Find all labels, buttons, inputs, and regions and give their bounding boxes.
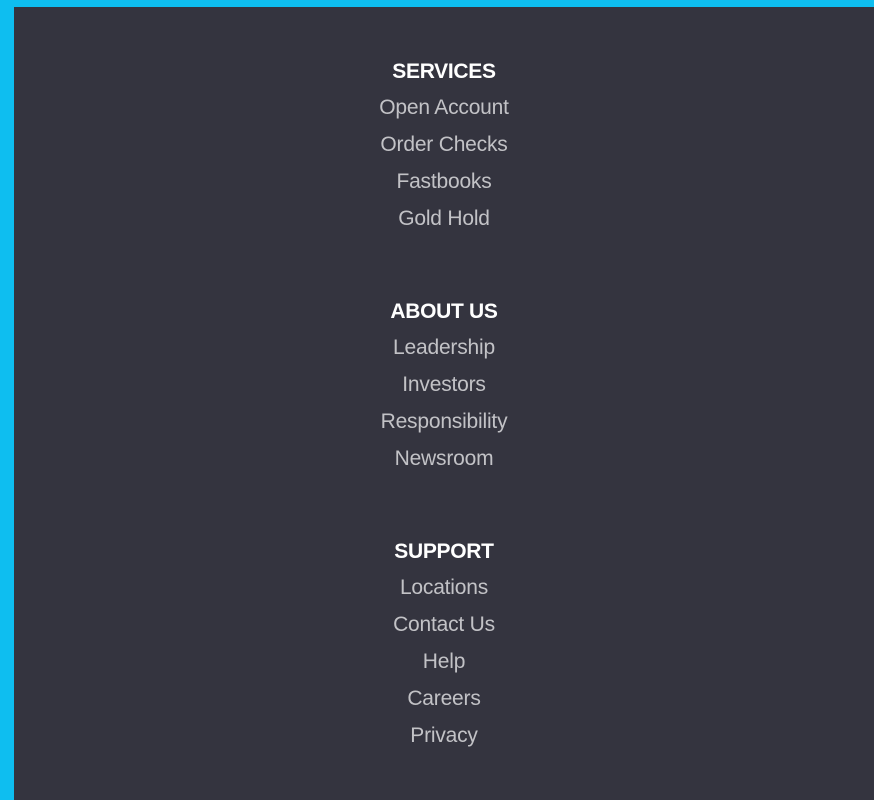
fastbooks-link[interactable]: Fastbooks <box>396 170 491 193</box>
support-link-list: Locations Contact Us Help Careers Privac… <box>14 575 874 760</box>
locations-link[interactable]: Locations <box>400 576 488 599</box>
list-item: Contact Us <box>14 612 874 649</box>
open-account-link[interactable]: Open Account <box>379 96 509 119</box>
gold-hold-link[interactable]: Gold Hold <box>398 207 490 230</box>
support-heading: SUPPORT <box>394 540 494 563</box>
page-frame: SERVICES Open Account Order Checks Fastb… <box>0 0 874 800</box>
list-item: Gold Hold <box>14 206 874 243</box>
about-us-section: ABOUT US Leadership Investors Responsibi… <box>14 299 874 483</box>
about-us-heading: ABOUT US <box>390 300 498 323</box>
about-us-link-list: Leadership Investors Responsibility News… <box>14 335 874 483</box>
services-link-list: Open Account Order Checks Fastbooks Gold… <box>14 95 874 243</box>
contact-us-link[interactable]: Contact Us <box>393 613 495 636</box>
list-item: Order Checks <box>14 132 874 169</box>
help-link[interactable]: Help <box>423 650 466 673</box>
list-item: Newsroom <box>14 446 874 483</box>
order-checks-link[interactable]: Order Checks <box>380 133 507 156</box>
support-section: SUPPORT Locations Contact Us Help Career… <box>14 539 874 760</box>
careers-link[interactable]: Careers <box>407 687 480 710</box>
list-item: Locations <box>14 575 874 612</box>
services-section: SERVICES Open Account Order Checks Fastb… <box>14 59 874 243</box>
list-item: Fastbooks <box>14 169 874 206</box>
list-item: Privacy <box>14 723 874 760</box>
list-item: Open Account <box>14 95 874 132</box>
list-item: Careers <box>14 686 874 723</box>
leadership-link[interactable]: Leadership <box>393 336 495 359</box>
investors-link[interactable]: Investors <box>402 373 486 396</box>
list-item: Investors <box>14 372 874 409</box>
responsibility-link[interactable]: Responsibility <box>381 410 508 433</box>
list-item: Help <box>14 649 874 686</box>
list-item: Responsibility <box>14 409 874 446</box>
list-item: Leadership <box>14 335 874 372</box>
privacy-link[interactable]: Privacy <box>410 724 478 747</box>
newsroom-link[interactable]: Newsroom <box>395 447 494 470</box>
services-heading: SERVICES <box>392 60 496 83</box>
footer-panel: SERVICES Open Account Order Checks Fastb… <box>14 7 874 800</box>
